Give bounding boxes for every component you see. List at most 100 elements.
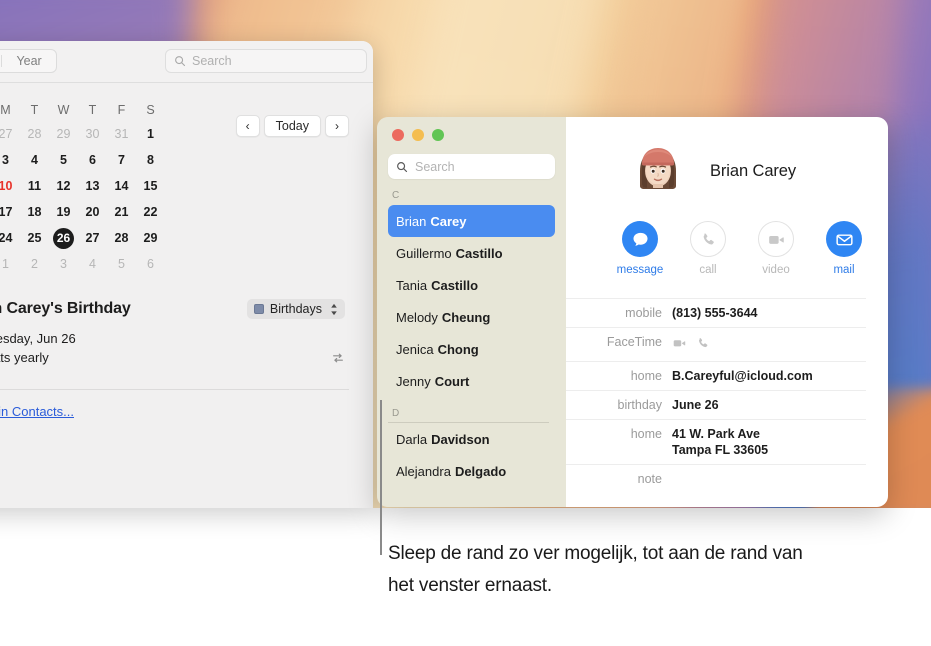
calendar-dow-header: M bbox=[0, 103, 11, 117]
calendar-day-cell[interactable]: 25 bbox=[20, 225, 49, 251]
contact-header: Brian Carey bbox=[566, 117, 888, 201]
calendar-day-cell[interactable]: 12 bbox=[49, 173, 78, 199]
segment-year[interactable]: Year bbox=[2, 50, 55, 72]
contacts-sidebar: Search C Brian Carey Guillermo Castillo Tania… bbox=[377, 117, 566, 507]
calendar-day-cell[interactable]: 27 bbox=[78, 225, 107, 251]
envelope-icon bbox=[826, 221, 862, 257]
contacts-list[interactable]: C Brian Carey Guillermo Castillo Tania Castill… bbox=[388, 190, 555, 487]
calendar-day-cell[interactable]: 4 bbox=[78, 251, 107, 277]
prev-month-button[interactable]: ‹ bbox=[235, 115, 260, 137]
calendar-search-field[interactable]: Search bbox=[165, 49, 367, 73]
calendar-day-cell[interactable]: 28 bbox=[20, 121, 49, 147]
contact-field-value[interactable]: 41 W. Park Ave Tampa FL 33605 bbox=[672, 426, 768, 458]
action-label: video bbox=[762, 264, 790, 276]
calendar-day-cell[interactable]: 18 bbox=[20, 199, 49, 225]
event-divider bbox=[0, 389, 349, 390]
calendar-body: ‹ Today › SMTWTFS26272829303112345678910… bbox=[0, 99, 373, 419]
contact-first-name: Brian bbox=[396, 213, 427, 229]
contact-last-name: Cheung bbox=[441, 309, 491, 325]
calendar-day-cell[interactable]: 11 bbox=[20, 173, 49, 199]
action-call[interactable]: call bbox=[674, 221, 742, 276]
calendar-day-cell[interactable]: 13 bbox=[78, 173, 107, 199]
contact-first-name: Jenny bbox=[396, 373, 431, 389]
calendar-day-cell[interactable]: 20 bbox=[78, 199, 107, 225]
today-button[interactable]: Today bbox=[263, 115, 321, 137]
contact-field-value[interactable]: (813) 555-3644 bbox=[672, 305, 757, 321]
calendar-day-cell[interactable]: 3 bbox=[49, 251, 78, 277]
calendar-day-cell[interactable]: 5 bbox=[107, 251, 136, 277]
calendar-day-cell[interactable]: 10 bbox=[0, 173, 20, 199]
contact-name: Brian Carey bbox=[710, 161, 797, 180]
calendar-dow-header: F bbox=[117, 103, 126, 117]
calendar-day-cell[interactable]: 2 bbox=[20, 251, 49, 277]
phone-icon[interactable] bbox=[696, 336, 710, 355]
contacts-list-item[interactable]: Guillermo Castillo bbox=[388, 237, 555, 269]
contact-field-row: birthday June 26 bbox=[566, 390, 866, 419]
calendar-day-cell[interactable]: 5 bbox=[49, 147, 78, 173]
contacts-list-item[interactable]: Melody Cheung bbox=[388, 301, 555, 333]
contact-first-name: Jenica bbox=[396, 341, 434, 357]
calendar-day-cell[interactable]: 24 bbox=[0, 225, 20, 251]
calendar-day-cell[interactable]: 1 bbox=[136, 121, 165, 147]
calendar-color-swatch bbox=[253, 304, 264, 314]
calendar-day-cell[interactable]: 19 bbox=[49, 199, 78, 225]
calendar-day-cell[interactable]: 30 bbox=[78, 121, 107, 147]
contacts-list-item[interactable]: Alejandra Delgado bbox=[388, 455, 555, 487]
view-segmented-control[interactable]: th Year bbox=[0, 49, 57, 73]
contact-actions[interactable]: message call video mail bbox=[566, 201, 888, 276]
next-month-button[interactable]: › bbox=[325, 115, 349, 137]
action-video[interactable]: video bbox=[742, 221, 810, 276]
contacts-list-item[interactable]: Jenica Chong bbox=[388, 333, 555, 365]
contact-field-label: home bbox=[630, 427, 662, 441]
contact-last-name: Chong bbox=[437, 341, 479, 357]
contacts-search-field[interactable]: Search bbox=[388, 154, 555, 179]
action-mail[interactable]: mail bbox=[810, 221, 878, 276]
calendar-day-cell[interactable]: 26 bbox=[49, 225, 78, 251]
close-button[interactable] bbox=[392, 129, 404, 141]
calendar-day-cell[interactable]: 21 bbox=[107, 199, 136, 225]
calendar-dow-header: W bbox=[57, 103, 70, 117]
calendar-day-cell[interactable]: 7 bbox=[107, 147, 136, 173]
contact-field-value[interactable]: June 26 bbox=[672, 397, 719, 413]
contact-field-value[interactable]: B.Careyful@icloud.com bbox=[672, 368, 813, 384]
minimize-button[interactable] bbox=[412, 129, 424, 141]
video-camera-icon[interactable] bbox=[672, 336, 687, 355]
calendar-day-cell[interactable]: 22 bbox=[136, 199, 165, 225]
calendar-day-cell[interactable]: 14 bbox=[107, 173, 136, 199]
calendar-day-cell[interactable]: 28 bbox=[107, 225, 136, 251]
contacts-list-item[interactable]: Tania Castillo bbox=[388, 269, 555, 301]
contact-field-label: birthday bbox=[617, 398, 662, 412]
zoom-button[interactable] bbox=[432, 129, 444, 141]
calendar-toolbar: th Year Search bbox=[0, 41, 373, 83]
action-message[interactable]: message bbox=[606, 221, 674, 276]
contact-fields: mobile (813) 555-3644 FaceTime home B.Careyf… bbox=[566, 298, 888, 492]
calendar-day-cell[interactable]: 15 bbox=[136, 173, 165, 199]
calendar-day-cell[interactable]: 29 bbox=[49, 121, 78, 147]
instruction-caption: Sleep de rand zo ver mogelijk, tot aan d… bbox=[388, 543, 803, 596]
show-in-contacts-link[interactable]: Show in Contacts... bbox=[0, 404, 349, 419]
contact-field-row: home 41 W. Park Ave Tampa FL 33605 bbox=[566, 419, 866, 464]
event-repeat-label: Repeats yearly bbox=[0, 350, 49, 365]
event-calendar-popup[interactable]: Birthdays bbox=[246, 299, 345, 319]
calendar-day-cell[interactable]: 6 bbox=[78, 147, 107, 173]
calendar-day-cell[interactable]: 1 bbox=[0, 251, 20, 277]
calendar-day-cell[interactable]: 4 bbox=[20, 147, 49, 173]
contact-last-name: Carey bbox=[430, 213, 467, 229]
calendar-dow-header: T bbox=[88, 103, 97, 117]
contacts-list-item[interactable]: Darla Davidson bbox=[388, 423, 555, 455]
event-title: Brian Carey's Birthday bbox=[0, 300, 131, 317]
contact-field-icons[interactable] bbox=[672, 334, 710, 355]
contacts-list-item[interactable]: Jenny Court bbox=[388, 365, 555, 397]
calendar-day-cell[interactable]: 8 bbox=[136, 147, 165, 173]
calendar-day-cell[interactable]: 6 bbox=[136, 251, 165, 277]
calendar-dow-header: T bbox=[30, 103, 39, 117]
contact-field-row: FaceTime bbox=[566, 327, 866, 361]
calendar-day-cell[interactable]: 17 bbox=[0, 199, 20, 225]
chevron-updown-icon bbox=[330, 303, 338, 316]
calendar-day-cell[interactable]: 29 bbox=[136, 225, 165, 251]
contacts-list-item[interactable]: Brian Carey bbox=[388, 205, 555, 237]
calendar-day-cell[interactable]: 31 bbox=[107, 121, 136, 147]
contact-field-row: mobile (813) 555-3644 bbox=[566, 298, 866, 327]
calendar-day-cell[interactable]: 3 bbox=[0, 147, 20, 173]
calendar-day-cell[interactable]: 27 bbox=[0, 121, 20, 147]
